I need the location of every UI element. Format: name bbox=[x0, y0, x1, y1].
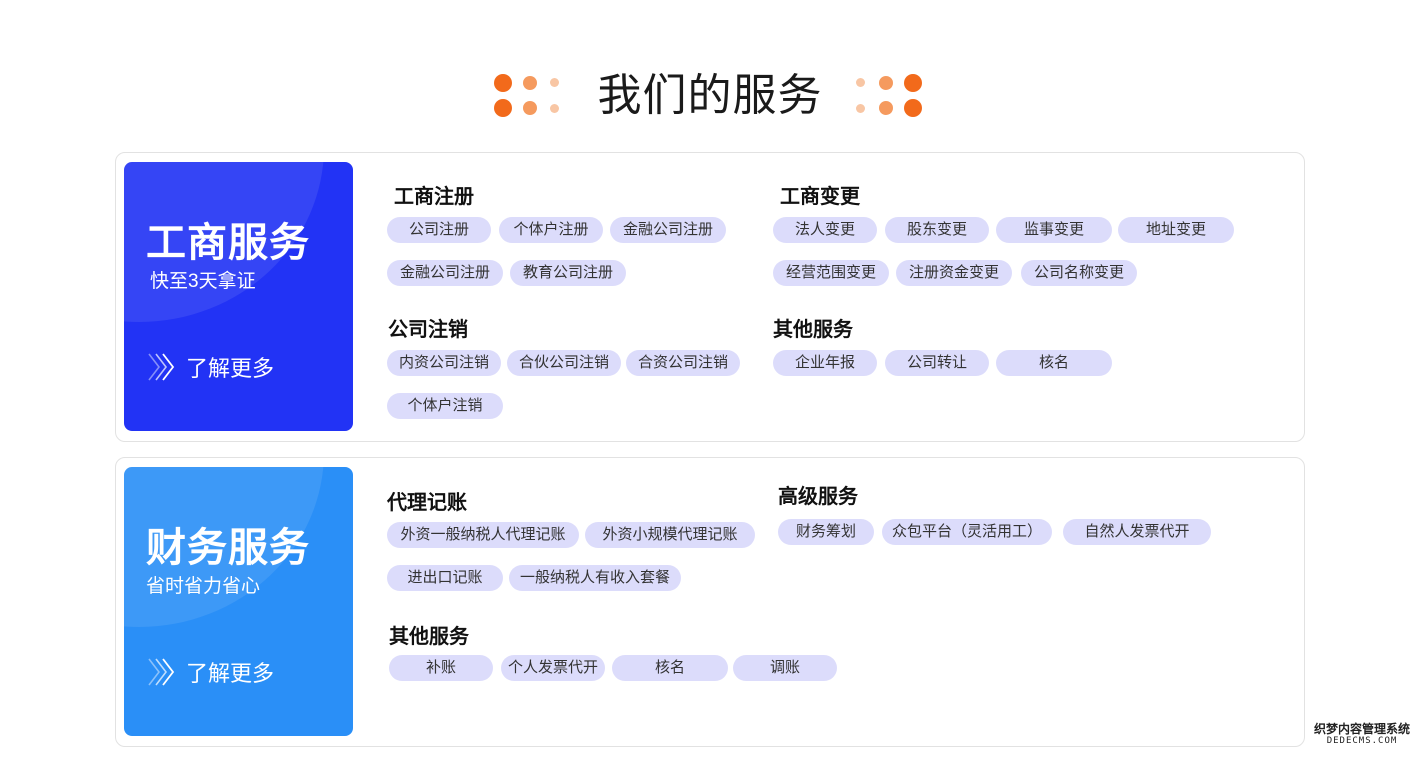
service-tag[interactable]: 企业年报 bbox=[773, 350, 877, 376]
service-tag[interactable]: 外资小规模代理记账 bbox=[585, 522, 755, 548]
watermark-line2: DEDECMS.COM bbox=[1326, 736, 1398, 746]
promo-subtitle: 省时省力省心 bbox=[146, 576, 261, 597]
service-tag[interactable]: 个人发票代开 bbox=[501, 655, 605, 681]
watermark-line1: 织梦内容管理系统 bbox=[1313, 722, 1410, 736]
section-header: 我们的服务 bbox=[0, 66, 1420, 126]
service-tag[interactable]: 众包平台（灵活用工） bbox=[882, 519, 1052, 545]
service-tag[interactable]: 地址变更 bbox=[1118, 217, 1234, 243]
learn-more-link[interactable]: 了解更多 bbox=[146, 350, 274, 384]
service-tag[interactable]: 公司转让 bbox=[885, 350, 989, 376]
service-tag[interactable]: 自然人发票代开 bbox=[1063, 519, 1211, 545]
learn-more-link[interactable]: 了解更多 bbox=[146, 655, 274, 689]
promo-subtitle: 快至3天拿证 bbox=[150, 271, 256, 292]
watermark: 织梦内容管理系统 DEDECMS.COM bbox=[1310, 722, 1414, 747]
service-tag[interactable]: 合伙公司注销 bbox=[507, 350, 621, 376]
service-tag[interactable]: 公司注册 bbox=[387, 217, 491, 243]
section-title: 其他服务 bbox=[773, 319, 853, 341]
learn-more-label: 了解更多 bbox=[186, 661, 275, 686]
section-title: 代理记账 bbox=[387, 492, 467, 514]
decor-dot bbox=[879, 101, 893, 115]
service-card-finance: 财务服务 省时省力省心 了解更多 代理记账 外资一般纳税人代理记账 外资小规模代… bbox=[115, 457, 1305, 747]
service-card-business: 工商服务 快至3天拿证 了解更多 工商注册 公司注册 个体户注册 金融公司注册 … bbox=[115, 152, 1305, 442]
decor-dot bbox=[904, 74, 922, 92]
service-tag[interactable]: 金融公司注册 bbox=[610, 217, 726, 243]
service-tag[interactable]: 监事变更 bbox=[996, 217, 1112, 243]
service-tag[interactable]: 核名 bbox=[612, 655, 728, 681]
service-tag[interactable]: 调账 bbox=[733, 655, 837, 681]
double-chevron-right-icon bbox=[148, 658, 175, 686]
service-tag[interactable]: 合资公司注销 bbox=[626, 350, 740, 376]
section-title: 其他服务 bbox=[389, 626, 469, 648]
service-tag[interactable]: 财务筹划 bbox=[778, 519, 874, 545]
double-chevron-right-icon bbox=[148, 353, 175, 381]
service-tag[interactable]: 一般纳税人有收入套餐 bbox=[509, 565, 681, 591]
section-title: 工商注册 bbox=[394, 186, 474, 208]
service-tag[interactable]: 法人变更 bbox=[773, 217, 877, 243]
service-tag[interactable]: 进出口记账 bbox=[387, 565, 503, 591]
promo-panel[interactable]: 财务服务 省时省力省心 了解更多 bbox=[124, 467, 353, 736]
service-tag[interactable]: 核名 bbox=[996, 350, 1112, 376]
section-title: 工商变更 bbox=[780, 186, 860, 208]
service-tag[interactable]: 个体户注册 bbox=[499, 217, 603, 243]
page-title: 我们的服务 bbox=[597, 71, 823, 120]
service-tag[interactable]: 外资一般纳税人代理记账 bbox=[387, 522, 579, 548]
service-tag[interactable]: 教育公司注册 bbox=[510, 260, 626, 286]
section-title: 公司注销 bbox=[388, 319, 468, 341]
service-tag[interactable]: 注册资金变更 bbox=[896, 260, 1012, 286]
promo-panel[interactable]: 工商服务 快至3天拿证 了解更多 bbox=[124, 162, 353, 431]
promo-title: 财务服务 bbox=[146, 526, 310, 570]
service-tag[interactable]: 公司名称变更 bbox=[1021, 260, 1137, 286]
service-tag[interactable]: 经营范围变更 bbox=[773, 260, 889, 286]
service-tag[interactable]: 个体户注销 bbox=[387, 393, 503, 419]
service-tag[interactable]: 股东变更 bbox=[885, 217, 989, 243]
decor-dot bbox=[856, 104, 865, 113]
section-title: 高级服务 bbox=[778, 486, 858, 508]
decor-dot bbox=[904, 99, 922, 117]
learn-more-label: 了解更多 bbox=[186, 356, 275, 381]
service-tag[interactable]: 金融公司注册 bbox=[387, 260, 503, 286]
decor-dot bbox=[856, 78, 865, 87]
decor-dot bbox=[879, 76, 893, 90]
service-tag[interactable]: 内资公司注销 bbox=[387, 350, 501, 376]
service-tag[interactable]: 补账 bbox=[389, 655, 493, 681]
promo-title: 工商服务 bbox=[146, 221, 310, 265]
